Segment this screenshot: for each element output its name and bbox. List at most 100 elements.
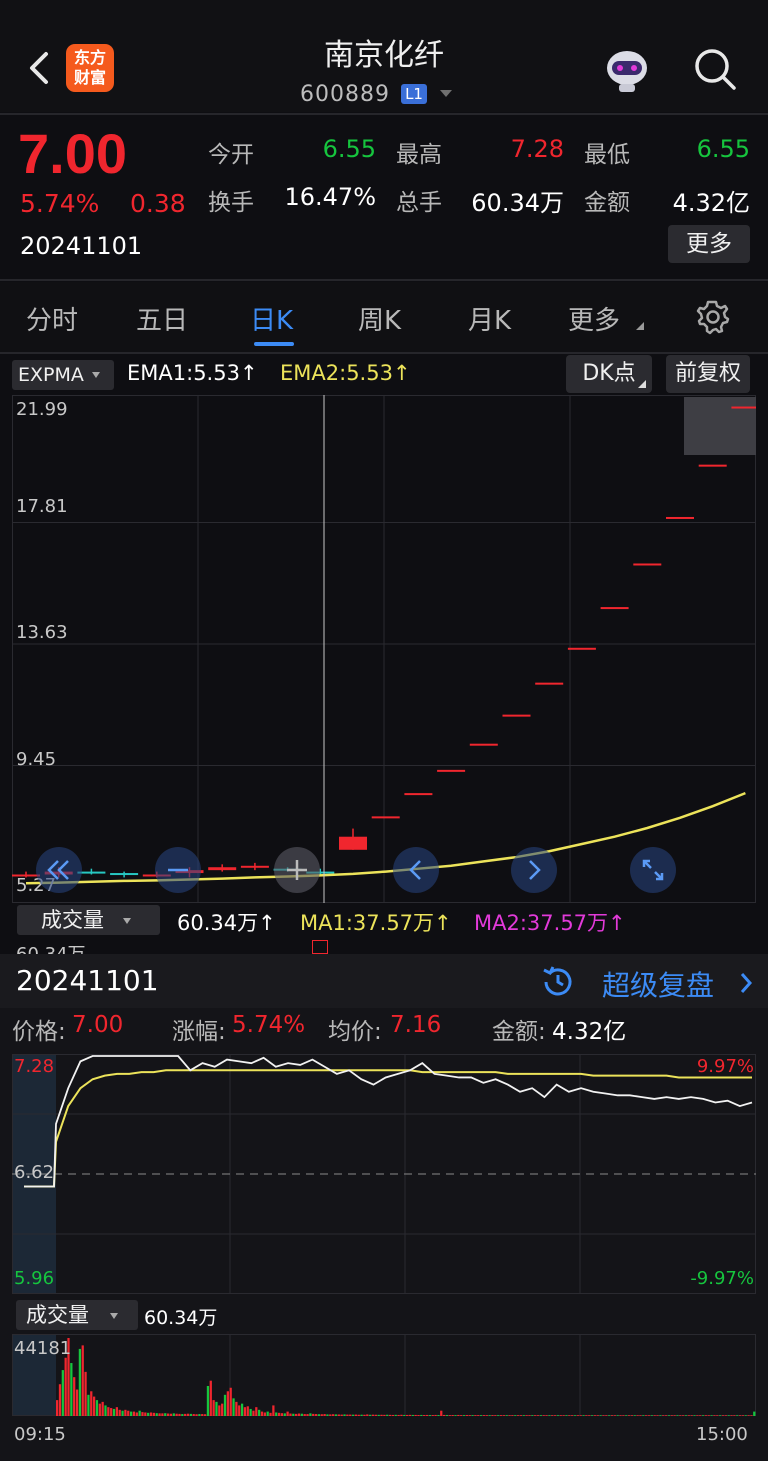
current-price: 7.00 bbox=[18, 122, 127, 185]
volume-bar bbox=[175, 1413, 178, 1416]
plus-icon bbox=[287, 860, 307, 880]
volume-bar bbox=[166, 1413, 170, 1416]
volume-readout: 60.34万↑ bbox=[177, 911, 276, 935]
more-button[interactable]: 更多 bbox=[668, 225, 750, 263]
volume-bar bbox=[377, 1414, 380, 1416]
volume-bar bbox=[95, 1400, 99, 1416]
volume-bar bbox=[593, 1415, 597, 1416]
indicator-selector[interactable]: EXPMA bbox=[12, 360, 114, 390]
volume-bar bbox=[565, 1415, 568, 1416]
volume-bar bbox=[215, 1401, 218, 1416]
volume-bar bbox=[152, 1412, 155, 1416]
kline-candle-body bbox=[731, 406, 756, 409]
history-clock-icon bbox=[543, 966, 572, 996]
settings-gear-icon[interactable] bbox=[694, 298, 732, 336]
step-right-button[interactable] bbox=[511, 847, 557, 893]
level-badge: L1 bbox=[401, 84, 427, 104]
search-icon[interactable] bbox=[692, 46, 738, 92]
tab-daily-k[interactable]: 日K bbox=[250, 300, 293, 337]
intraday-volume-svg[interactable] bbox=[12, 1334, 756, 1416]
volume-bar bbox=[619, 1415, 622, 1416]
volume-bar bbox=[280, 1413, 284, 1416]
kline-chart-svg[interactable] bbox=[12, 395, 756, 903]
chevron-down-icon bbox=[440, 90, 453, 97]
price-adjust-button[interactable]: 前复权 bbox=[666, 355, 750, 393]
volume-bar bbox=[585, 1415, 588, 1416]
volume-bar bbox=[497, 1415, 500, 1416]
volume-bar bbox=[349, 1414, 352, 1416]
fast-backward-button[interactable] bbox=[36, 847, 82, 893]
stock-code: 600889 bbox=[300, 82, 390, 107]
volume-bar bbox=[699, 1415, 702, 1416]
volume-bar bbox=[81, 1345, 84, 1416]
kline-y-label-2: 17.81 bbox=[16, 496, 68, 517]
detail-amt-value: 4.32亿 bbox=[552, 1019, 627, 1045]
intraday-volume-selector[interactable]: 成交量 bbox=[16, 1300, 138, 1330]
super-replay-link[interactable]: 超级复盘 bbox=[540, 962, 760, 1002]
app-logo[interactable]: 东方 财富 bbox=[66, 44, 114, 92]
open-value: 6.55 bbox=[322, 135, 376, 163]
step-left-button[interactable] bbox=[393, 847, 439, 893]
quote-divider bbox=[0, 279, 768, 281]
volume-bar bbox=[369, 1414, 372, 1416]
tab-weekly-k[interactable]: 周K bbox=[358, 300, 401, 337]
volume-bar bbox=[582, 1415, 585, 1416]
volume-bar bbox=[468, 1415, 471, 1416]
stock-code-row[interactable]: 600889 L1 bbox=[300, 82, 470, 108]
indicator-name: EXPMA bbox=[18, 364, 84, 386]
zoom-in-button[interactable] bbox=[274, 847, 320, 893]
volume-bar bbox=[272, 1405, 275, 1416]
volume-bar bbox=[454, 1415, 457, 1416]
tab-monthly-k[interactable]: 月K bbox=[468, 300, 511, 337]
volume-bar bbox=[707, 1415, 710, 1416]
volume-value: 60.34万 bbox=[471, 189, 564, 217]
kline-candle-body bbox=[208, 867, 237, 871]
volume-bar bbox=[477, 1415, 480, 1416]
volume-bar bbox=[56, 1400, 59, 1416]
volume-bar bbox=[243, 1407, 247, 1416]
volume-bar bbox=[588, 1415, 591, 1416]
dk-corner-icon bbox=[638, 380, 646, 388]
tab-intraday[interactable]: 分时 bbox=[26, 300, 78, 337]
intraday-volume-area[interactable]: 44181 bbox=[12, 1334, 756, 1416]
quote-date: 20241101 bbox=[20, 232, 143, 260]
volume-bar bbox=[653, 1415, 656, 1416]
detail-panel: 20241101 超级复盘 价格: 7.00 涨幅: 5.74% 均价: 7.1… bbox=[0, 954, 768, 1461]
volume-bar bbox=[161, 1413, 164, 1416]
volume-bar bbox=[135, 1412, 138, 1416]
volume-bar bbox=[118, 1409, 121, 1416]
robot-assistant-icon[interactable] bbox=[602, 46, 652, 94]
volume-bar bbox=[101, 1401, 104, 1416]
volume-bar bbox=[545, 1415, 548, 1416]
volume-bar bbox=[682, 1415, 685, 1416]
volume-bar bbox=[639, 1415, 642, 1416]
zoom-out-button[interactable] bbox=[155, 847, 201, 893]
volume-bar bbox=[295, 1413, 298, 1416]
volume-bar bbox=[354, 1414, 358, 1416]
volume-bar bbox=[667, 1415, 671, 1416]
volume-bar bbox=[184, 1413, 187, 1416]
volume-bar bbox=[292, 1413, 295, 1416]
ema2-readout: EMA2:5.53↑ bbox=[280, 361, 411, 385]
kline-candle-body bbox=[240, 865, 269, 868]
period-tabs: 分时 五日 日K 周K 月K 更多 bbox=[0, 282, 768, 352]
volume-indicator-selector[interactable]: 成交量 bbox=[17, 905, 160, 935]
back-icon[interactable] bbox=[24, 48, 54, 88]
volume-bar bbox=[465, 1415, 469, 1416]
volume-bar bbox=[670, 1415, 673, 1416]
intraday-chart-area[interactable]: 7.28 6.62 5.96 9.97% -9.97% bbox=[12, 1054, 756, 1294]
intraday-chart-svg[interactable] bbox=[12, 1054, 756, 1294]
volume-bar bbox=[528, 1415, 531, 1416]
fullscreen-button[interactable] bbox=[630, 847, 676, 893]
volume-bar bbox=[736, 1415, 739, 1416]
kline-chart-area[interactable]: 21.99 17.81 13.63 9.45 5.27 bbox=[12, 395, 756, 903]
open-label: 今开 bbox=[208, 142, 254, 168]
tab-five-day[interactable]: 五日 bbox=[136, 300, 188, 337]
volume-bar bbox=[479, 1415, 483, 1416]
volume-bar bbox=[511, 1415, 514, 1416]
volume-bar bbox=[73, 1377, 76, 1416]
volume-bar bbox=[741, 1415, 745, 1416]
low-label: 最低 bbox=[584, 142, 630, 168]
tab-more[interactable]: 更多 bbox=[568, 300, 620, 337]
volume-bar bbox=[488, 1415, 491, 1416]
